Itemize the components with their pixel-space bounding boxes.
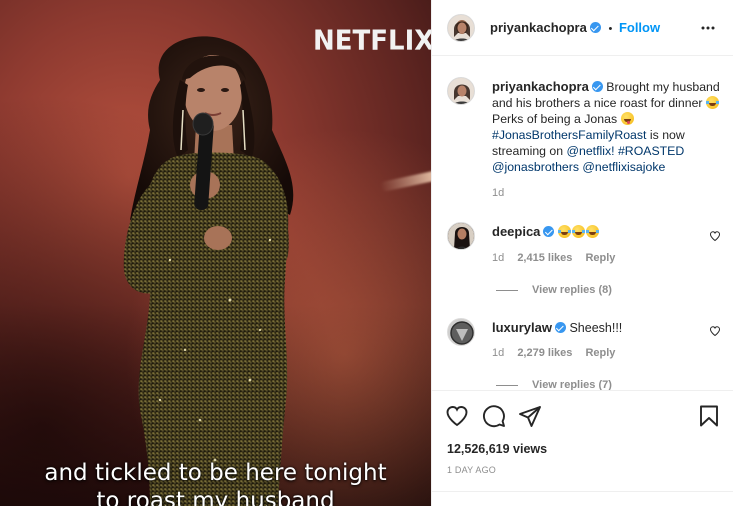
comment-meta: 1d 2,279 likes Reply bbox=[492, 347, 615, 359]
follow-button[interactable]: Follow bbox=[619, 20, 660, 35]
laughing-emoji-icon bbox=[585, 225, 599, 238]
view-replies-label: View replies (8) bbox=[532, 284, 612, 296]
performer-figure bbox=[123, 36, 294, 506]
post-caption: priyankachopra Brought my husband and hi… bbox=[492, 79, 720, 175]
comment-meta: 1d 2,415 likes Reply bbox=[492, 252, 615, 264]
comment-reply-button[interactable]: Reply bbox=[585, 252, 615, 264]
verified-badge-icon bbox=[591, 81, 603, 92]
comment-likes[interactable]: 2,415 likes bbox=[517, 252, 572, 264]
divider bbox=[432, 491, 733, 492]
avatar-image bbox=[448, 319, 474, 345]
comment-age: 1d bbox=[492, 252, 505, 264]
avatar[interactable] bbox=[447, 14, 475, 42]
post-header: priyankachopra • Follow bbox=[432, 0, 733, 56]
comment-icon[interactable] bbox=[482, 404, 506, 428]
heart-icon[interactable] bbox=[445, 404, 469, 428]
comment-avatar[interactable] bbox=[447, 222, 475, 250]
verified-badge-icon bbox=[554, 322, 566, 333]
avatar-image bbox=[448, 15, 474, 41]
replies-divider bbox=[496, 384, 518, 386]
post-sidebar: priyankachopra • Follow priyankachopra B… bbox=[431, 0, 733, 506]
caption-text-2: Perks of being a Jonas bbox=[492, 112, 618, 126]
view-replies-label: View replies (7) bbox=[532, 379, 612, 390]
bookmark-icon[interactable] bbox=[697, 404, 721, 428]
view-count[interactable]: 12,526,619 views bbox=[447, 442, 547, 456]
replies-divider bbox=[496, 289, 518, 291]
avatar-image bbox=[448, 223, 474, 249]
avatar-image bbox=[448, 78, 474, 104]
netflix-logo: NETFLIX bbox=[313, 25, 431, 57]
comment-username[interactable]: deepica bbox=[492, 224, 540, 239]
comment-like-heart-icon[interactable] bbox=[709, 230, 721, 242]
post-timestamp[interactable]: 1 DAY AGO bbox=[447, 465, 496, 475]
hashtag-link[interactable]: #ROASTED bbox=[618, 144, 684, 158]
laughing-emoji-icon bbox=[557, 225, 571, 238]
subtitle-line-2: to roast my husband bbox=[96, 488, 335, 506]
laughing-emoji-icon bbox=[571, 225, 585, 238]
laughing-emoji-icon bbox=[705, 96, 719, 109]
header-username[interactable]: priyankachopra bbox=[490, 20, 587, 35]
view-replies-button[interactable]: View replies (7) bbox=[496, 379, 612, 390]
comment-likes[interactable]: 2,279 likes bbox=[517, 347, 572, 359]
comment-like-heart-icon[interactable] bbox=[709, 325, 721, 337]
comment-text: Sheesh!!! bbox=[569, 321, 623, 335]
comments-list[interactable]: priyankachopra Brought my husband and hi… bbox=[432, 57, 733, 390]
mention-link[interactable]: @jonasbrothers bbox=[492, 160, 579, 174]
tongue-emoji-icon bbox=[620, 112, 634, 125]
verified-badge-icon bbox=[543, 226, 555, 237]
comment-username[interactable]: luxurylaw bbox=[492, 320, 552, 335]
post-actions: 12,526,619 views 1 DAY AGO bbox=[432, 390, 733, 506]
subtitle-line-1: and tickled to be here tonight bbox=[44, 460, 387, 486]
comment-reply-button[interactable]: Reply bbox=[585, 347, 615, 359]
comment-row: luxurylaw Sheesh!!! bbox=[492, 320, 622, 335]
comment-row: deepica bbox=[492, 224, 600, 239]
comment-avatar[interactable] bbox=[447, 318, 475, 346]
more-horizontal-icon[interactable] bbox=[700, 20, 716, 36]
view-replies-button[interactable]: View replies (8) bbox=[496, 284, 612, 296]
caption-username[interactable]: priyankachopra bbox=[492, 79, 589, 94]
video-player[interactable]: NETFLIX and tickled to be here tonight t… bbox=[0, 0, 431, 506]
mention-link[interactable]: @netflix! bbox=[567, 144, 615, 158]
caption-avatar[interactable] bbox=[447, 77, 475, 105]
hashtag-link[interactable]: #JonasBrothersFamilyRoast bbox=[492, 128, 646, 142]
share-icon[interactable] bbox=[518, 404, 542, 428]
mention-link[interactable]: @netflixisajoke bbox=[582, 160, 665, 174]
caption-age: 1d bbox=[492, 187, 505, 199]
verified-badge-icon bbox=[589, 22, 601, 33]
comment-age: 1d bbox=[492, 347, 505, 359]
header-separator: • bbox=[608, 23, 613, 35]
